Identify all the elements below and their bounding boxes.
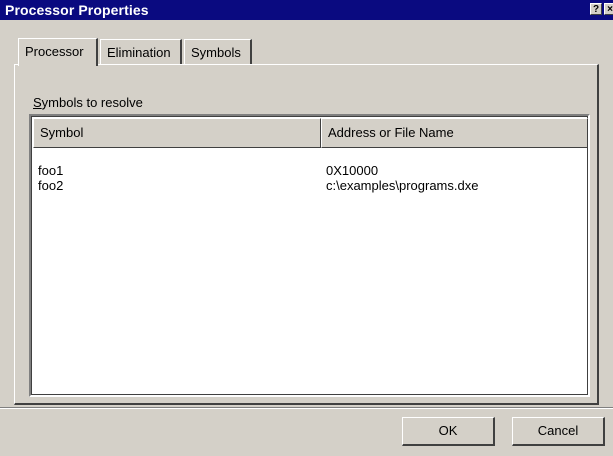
tab-processor[interactable]: Processor xyxy=(18,38,98,66)
help-icon: ? xyxy=(592,4,600,15)
tab-elimination[interactable]: Elimination xyxy=(100,39,182,64)
column-header-symbol-label: Symbol xyxy=(40,125,84,140)
help-button[interactable]: ? xyxy=(590,3,602,15)
column-header-symbol[interactable]: Symbol xyxy=(33,118,321,148)
window-title: Processor Properties xyxy=(5,2,149,18)
symbols-to-resolve-label: Symbols to resolve xyxy=(33,95,143,110)
symbols-list[interactable]: Symbol Address or File Name foo1 0X10000… xyxy=(29,114,590,397)
label-accelerator: S xyxy=(33,95,42,110)
ok-button[interactable]: OK xyxy=(402,417,495,446)
tab-processor-label: Processor xyxy=(25,44,84,59)
address-cell: 0X10000 xyxy=(326,163,379,178)
symbol-cell: foo1 xyxy=(38,163,64,178)
label-text: ymbols to resolve xyxy=(41,95,143,110)
footer-separator xyxy=(0,407,613,409)
tab-elimination-label: Elimination xyxy=(107,45,171,60)
tab-symbols[interactable]: Symbols xyxy=(184,39,252,64)
list-item[interactable]: foo2 c:\examples\programs.dxe xyxy=(31,178,588,193)
close-button[interactable]: × xyxy=(604,3,613,15)
cancel-button[interactable]: Cancel xyxy=(512,417,605,446)
close-icon: × xyxy=(607,4,613,15)
tab-symbols-label: Symbols xyxy=(191,45,241,60)
column-header-address[interactable]: Address or File Name xyxy=(321,118,588,148)
title-bar[interactable]: Processor Properties ? × xyxy=(0,0,613,20)
symbol-cell: foo2 xyxy=(38,178,64,193)
column-header-address-label: Address or File Name xyxy=(328,125,454,140)
list-item[interactable]: foo1 0X10000 xyxy=(31,163,588,178)
address-cell: c:\examples\programs.dxe xyxy=(326,178,479,193)
